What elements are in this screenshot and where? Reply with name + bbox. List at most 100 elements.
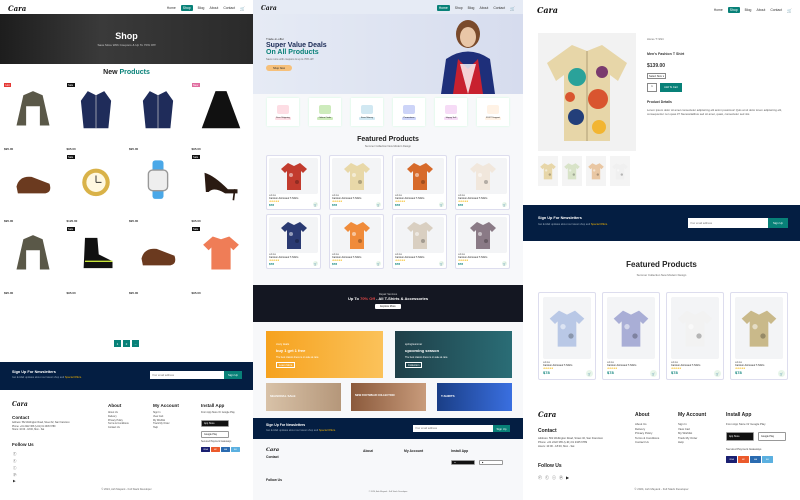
google-play-badge[interactable]: Google Play (758, 432, 786, 441)
product-card[interactable]: Sale $120.00 (66, 155, 125, 223)
brand-logo[interactable]: Cara (8, 4, 26, 13)
signup-button[interactable]: Sign Up (493, 425, 510, 432)
nav-about[interactable]: About (209, 6, 218, 10)
nav-contact[interactable]: Contact (223, 6, 235, 10)
product-card[interactable]: adidas Cartoon Astronaut T-Shirts ★★★★★ $78… (455, 155, 510, 210)
footer-logo[interactable]: Cara (538, 410, 556, 419)
thumbnail-2[interactable] (562, 156, 582, 186)
product-card[interactable]: adidas Cartoon Astronaut T-Shirts ★★★★★ $78… (266, 214, 321, 269)
nav-contact[interactable]: Contact (493, 6, 505, 10)
promo-small-footwear[interactable]: NEW FOOTWEAR COLLECTION (351, 383, 426, 411)
app-store-badge[interactable]: App Store (726, 432, 754, 441)
google-play-badge[interactable]: ▶ (479, 460, 503, 465)
promo-card-season[interactable]: spring/summer upcoming season The best c… (395, 331, 512, 378)
newsletter-email-input[interactable] (150, 371, 224, 379)
add-to-cart-icon[interactable]: 🛒 (376, 261, 381, 266)
pinterest-icon[interactable]: ⓟ (559, 475, 563, 481)
nav-blog[interactable]: Blog (745, 8, 752, 12)
product-card[interactable]: Sale $95.00 (66, 227, 125, 295)
pinterest-icon[interactable]: ⓟ (13, 472, 16, 477)
promo2-button[interactable]: Collection (405, 362, 423, 368)
add-to-cart-icon[interactable]: 🛒 (502, 261, 507, 266)
nav-shop[interactable]: Shop (180, 5, 193, 11)
signup-button[interactable]: Sign Up (224, 371, 242, 379)
add-to-cart-icon[interactable]: 🛒 (586, 370, 593, 377)
brand-logo[interactable]: Cara (537, 5, 558, 15)
product-card[interactable]: adidas Cartoon Astronaut T-Shirts ★★★★★ $78… (730, 292, 788, 380)
product-card[interactable]: Sale $95.00 (191, 155, 250, 223)
nav-home[interactable]: Home (714, 8, 723, 12)
brand-logo[interactable]: Cara (261, 5, 277, 12)
product-card[interactable]: $95.00 (129, 155, 188, 223)
nav-blog[interactable]: Blog (198, 6, 205, 10)
twitter-icon[interactable]: ⓣ (13, 458, 16, 463)
page-button-3[interactable]: → (132, 340, 139, 347)
product-card[interactable]: Sale $95.00 (191, 227, 250, 295)
page-button-2[interactable]: 2 (123, 340, 130, 347)
footer-about-links[interactable]: About Us Delivery Privacy Policy Terms &… (108, 411, 129, 430)
add-to-cart-icon[interactable]: 🛒 (714, 370, 721, 377)
thumbnail-4[interactable] (610, 156, 630, 186)
breadcrumb[interactable]: Home / T-Shirt (647, 38, 664, 41)
nav-home[interactable]: Home (167, 6, 176, 10)
product-card[interactable]: adidas Cartoon Astronaut T-Shirts ★★★★★ $78… (666, 292, 724, 380)
nav-contact[interactable]: Contact (770, 8, 782, 12)
nav-home[interactable]: Home (436, 5, 450, 11)
product-card[interactable]: adidas Cartoon Astronaut T-Shirts ★★★★★ $78… (392, 155, 447, 210)
newsletter-email-input[interactable] (688, 218, 768, 228)
promo-small-tshirts[interactable]: T-SHIRTS (437, 383, 512, 411)
nav-about[interactable]: About (756, 8, 765, 12)
twitter-icon[interactable]: ⓣ (545, 475, 549, 481)
product-card[interactable]: adidas Cartoon Astronaut T-Shirts ★★★★★ $78… (329, 214, 384, 269)
thumbnail-3[interactable] (586, 156, 606, 186)
facebook-icon[interactable]: ⓕ (13, 451, 16, 456)
footer-logo[interactable]: Cara (266, 447, 279, 453)
explore-more-button[interactable]: Explore More (375, 304, 401, 309)
google-play-badge[interactable]: Google Play (201, 431, 229, 438)
product-card[interactable]: adidas Cartoon Astronaut T-Shirts ★★★★★ $78… (538, 292, 596, 380)
product-card[interactable]: $95.00 (129, 83, 188, 151)
main-product-image[interactable] (538, 33, 636, 151)
product-card[interactable]: adidas Cartoon Astronaut T-Shirts ★★★★★ $78… (329, 155, 384, 210)
product-card[interactable]: adidas Cartoon Astronaut T-Shirts ★★★★★ $78… (602, 292, 660, 380)
facebook-icon[interactable]: ⓕ (538, 475, 542, 481)
product-card[interactable]: adidas Cartoon Astronaut T-Shirts ★★★★★ $78… (392, 214, 447, 269)
add-to-cart-icon[interactable]: 🛒 (313, 261, 318, 266)
page-button-1[interactable]: 1 (114, 340, 121, 347)
product-card[interactable]: $95.00 (129, 227, 188, 295)
app-store-badge[interactable]: App Store (201, 420, 229, 427)
add-to-cart-icon[interactable]: 🛒 (502, 202, 507, 207)
youtube-icon[interactable]: ▶ (566, 475, 569, 481)
footer-about-links[interactable]: About Us Delivery Privacy Policy Terms &… (635, 422, 659, 445)
nav-shop[interactable]: Shop (455, 6, 463, 10)
signup-button[interactable]: Sign Up (768, 218, 788, 228)
product-card[interactable]: New $95.00 (191, 83, 250, 151)
newsletter-email-input[interactable] (413, 425, 493, 432)
add-to-cart-icon[interactable]: 🛒 (376, 202, 381, 207)
footer-logo[interactable]: Cara (12, 401, 28, 408)
add-to-cart-icon[interactable]: 🛒 (439, 261, 444, 266)
add-to-cart-icon[interactable]: 🛒 (650, 370, 657, 377)
cart-icon[interactable]: 🛒 (240, 6, 245, 11)
product-card[interactable]: Sale $95.00 (66, 83, 125, 151)
cart-icon[interactable]: 🛒 (787, 8, 792, 13)
instagram-icon[interactable]: ⓘ (13, 465, 16, 470)
nav-shop[interactable]: Shop (727, 7, 740, 13)
footer-account-links[interactable]: Sign In View Cart My Wishlist Track My O… (678, 422, 697, 445)
nav-about[interactable]: About (479, 6, 488, 10)
add-to-cart-icon[interactable]: 🛒 (778, 370, 785, 377)
instagram-icon[interactable]: ⓘ (552, 475, 556, 481)
shop-now-button[interactable]: Shop Now (266, 65, 292, 71)
product-card[interactable]: Hot $95.00 (4, 83, 63, 151)
add-to-cart-icon[interactable]: 🛒 (313, 202, 318, 207)
product-card[interactable]: adidas Cartoon Astronaut T-Shirts ★★★★★ $78… (455, 214, 510, 269)
product-card[interactable]: $95.00 (4, 155, 63, 223)
size-select[interactable]: Select Size ▾ (647, 73, 667, 79)
cart-icon[interactable]: 🛒 (510, 6, 515, 11)
nav-blog[interactable]: Blog (468, 6, 475, 10)
thumbnail-1[interactable] (538, 156, 558, 186)
footer-account-links[interactable]: Sign In View Cart My Wishlist Track My O… (153, 411, 170, 430)
promo-card-deals[interactable]: crazy deals buy 1 get 1 free The best cl… (266, 331, 383, 378)
add-to-cart-button[interactable]: Add To Cart (660, 83, 682, 92)
youtube-icon[interactable]: ▶ (13, 479, 16, 483)
